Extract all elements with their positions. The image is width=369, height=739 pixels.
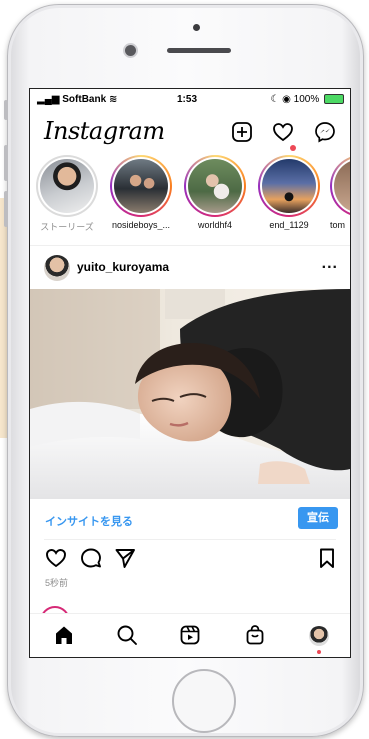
post-timestamp: 5秒前	[45, 578, 69, 588]
battery-percent: 100%	[293, 94, 320, 105]
avatar[interactable]	[44, 255, 70, 281]
stories-tray[interactable]: ストーリーズ nosideboys_... worldhf4 end_1129 …	[30, 155, 350, 241]
front-camera	[125, 45, 136, 56]
plus-square-icon[interactable]	[231, 121, 253, 143]
story-ring	[330, 155, 350, 217]
wifi-icon: ≋	[108, 94, 118, 105]
proximity-sensor	[193, 24, 200, 31]
story-item[interactable]: end_1129	[256, 155, 322, 230]
story-avatar	[40, 159, 94, 213]
signal-icon: ▂▄▆	[37, 94, 63, 105]
profile-avatar[interactable]	[309, 626, 329, 646]
story-label: worldhf4	[197, 220, 233, 230]
story-ring	[258, 155, 320, 217]
like-heart-icon[interactable]	[45, 547, 67, 569]
story-label: ストーリーズ	[40, 222, 94, 232]
divider	[44, 539, 336, 540]
messenger-icon[interactable]	[314, 121, 336, 143]
story-item[interactable]: worldhf4	[182, 155, 248, 230]
story-ring	[110, 155, 172, 217]
battery-indicator: ☾ ◉ 100%	[270, 94, 344, 105]
insight-link[interactable]: インサイトを見る	[45, 513, 133, 529]
story-item[interactable]: tom	[330, 155, 350, 230]
post-image[interactable]	[30, 289, 350, 499]
heart-icon[interactable]	[272, 121, 294, 143]
alarm-icon: ◉	[282, 94, 294, 105]
story-ring	[36, 155, 98, 217]
story-avatar	[114, 159, 168, 213]
post-actions	[30, 541, 350, 577]
insight-bar: インサイトを見る 宣伝	[30, 499, 350, 537]
bottom-tab-bar	[30, 613, 350, 657]
comment-icon[interactable]	[80, 547, 102, 569]
status-time: 1:53	[177, 94, 198, 105]
instagram-logo[interactable]: Instagram	[44, 117, 165, 145]
profile-notification-dot	[317, 650, 321, 654]
promote-button[interactable]: 宣伝	[298, 507, 338, 529]
story-label: tom	[330, 220, 346, 230]
story-label: nosideboys_...	[111, 220, 171, 230]
status-bar: ▂▄▆ SoftBank ≋ 1:53 ☾ ◉ 100%	[30, 89, 350, 111]
post-header: yuito_kuroyama ...	[30, 247, 350, 291]
story-label: end_1129	[269, 220, 309, 230]
story-item[interactable]: nosideboys_...	[108, 155, 174, 230]
story-own[interactable]: ストーリーズ	[34, 155, 100, 233]
bookmark-icon[interactable]	[316, 547, 338, 569]
notification-dot	[290, 145, 296, 151]
story-avatar	[334, 159, 350, 213]
post-username[interactable]: yuito_kuroyama	[77, 260, 169, 274]
mute-switch	[4, 100, 8, 120]
home-icon[interactable]	[53, 624, 75, 646]
app-header: Instagram	[30, 113, 350, 153]
reels-icon[interactable]	[179, 624, 201, 646]
share-send-icon[interactable]	[114, 547, 136, 569]
battery-icon	[324, 94, 344, 105]
home-button[interactable]	[172, 669, 236, 733]
shop-icon[interactable]	[244, 624, 266, 646]
story-avatar	[188, 159, 242, 213]
divider	[30, 245, 350, 246]
carrier-name: SoftBank	[62, 94, 107, 105]
volume-down-button	[4, 191, 8, 227]
search-icon[interactable]	[116, 624, 138, 646]
story-avatar	[262, 159, 316, 213]
more-options-icon[interactable]: ...	[322, 255, 338, 273]
carrier-label: ▂▄▆ SoftBank ≋	[37, 94, 117, 105]
moon-icon: ☾	[270, 94, 283, 105]
volume-up-button	[4, 145, 8, 181]
story-ring	[184, 155, 246, 217]
earpiece-speaker	[167, 48, 231, 53]
phone-screen: ▂▄▆ SoftBank ≋ 1:53 ☾ ◉ 100% Instagram ス…	[29, 88, 351, 658]
